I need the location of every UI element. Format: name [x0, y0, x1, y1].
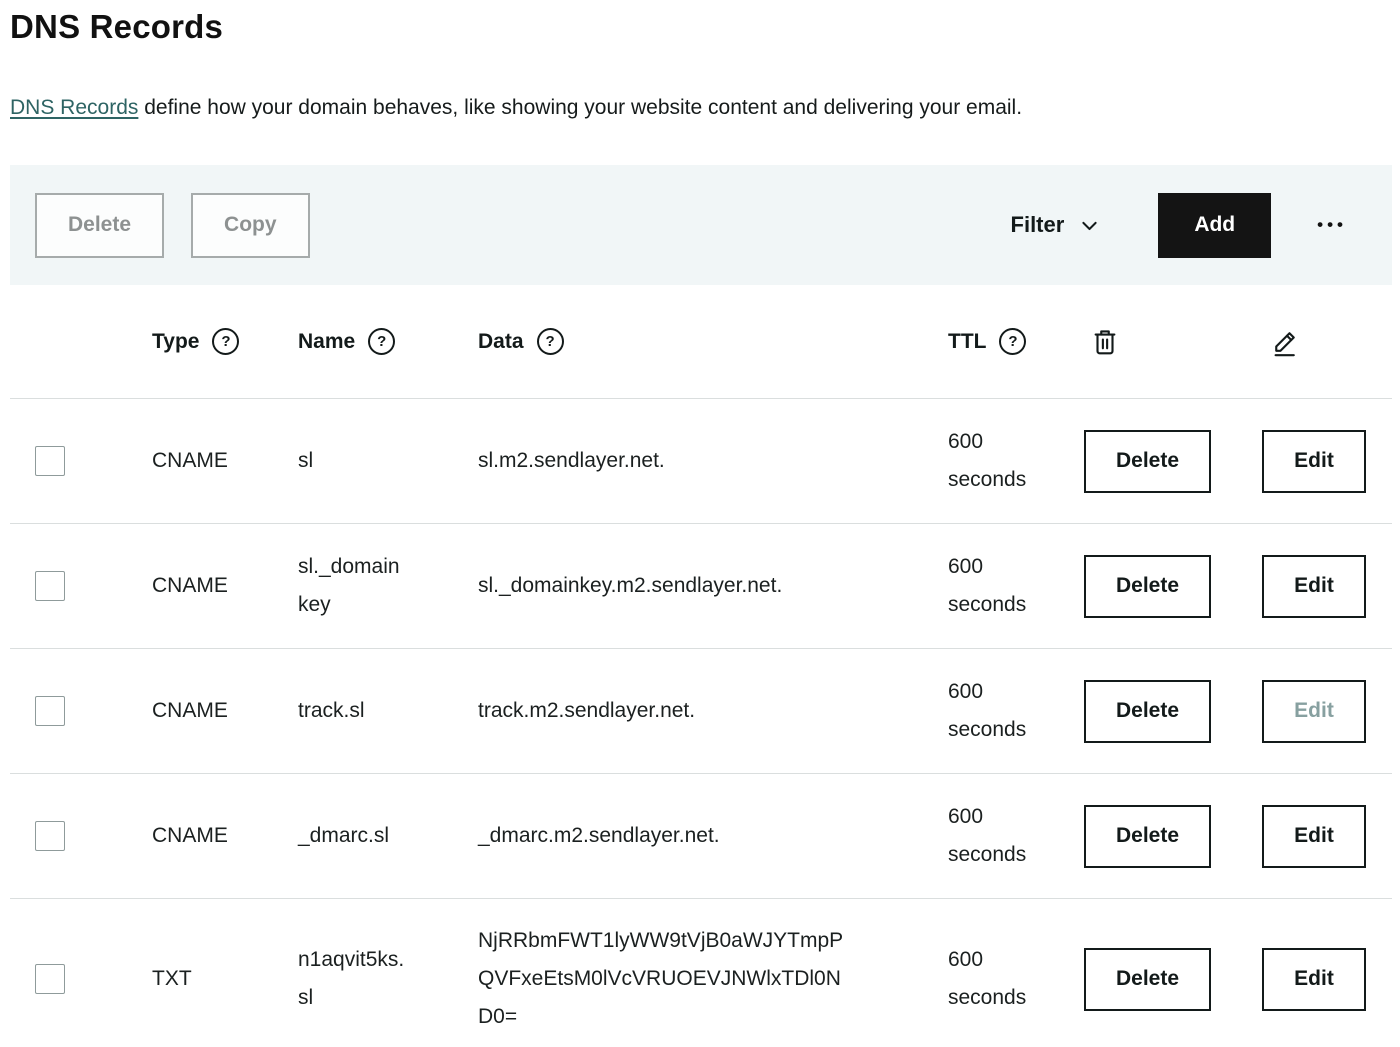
column-header-edit: [1270, 327, 1392, 357]
name-header-label: Name: [298, 330, 355, 354]
table-row: CNAME sl sl.m2.sendlayer.net. 600 second…: [10, 399, 1392, 524]
record-type: CNAME: [152, 442, 298, 480]
column-header-delete: [1090, 327, 1262, 357]
page-description-text: define how your domain behaves, like sho…: [138, 96, 1022, 119]
page-title: DNS Records: [10, 8, 1392, 46]
data-help-icon[interactable]: ?: [537, 328, 564, 355]
record-type: CNAME: [152, 567, 298, 605]
table-row: CNAME _dmarc.sl _dmarc.m2.sendlayer.net.…: [10, 774, 1392, 899]
dns-records-page: DNS Records DNS Records define how your …: [0, 8, 1400, 1047]
record-type: TXT: [152, 960, 298, 998]
record-type: CNAME: [152, 817, 298, 855]
row-edit-button[interactable]: Edit: [1262, 555, 1366, 618]
column-header-ttl: TTL ?: [948, 328, 1084, 355]
chevron-down-icon: [1079, 215, 1100, 236]
table-row: CNAME track.sl track.m2.sendlayer.net. 6…: [10, 649, 1392, 774]
bulk-delete-button[interactable]: Delete: [35, 193, 164, 258]
record-name: n1aqvit5ks.sl: [298, 941, 408, 1017]
row-checkbox[interactable]: [35, 696, 65, 726]
row-edit-button[interactable]: Edit: [1262, 430, 1366, 493]
more-options-button[interactable]: •••: [1317, 215, 1347, 235]
record-ttl: 600 seconds: [948, 423, 1040, 499]
type-help-icon[interactable]: ?: [212, 328, 239, 355]
toolbar-right: Filter Add •••: [1011, 193, 1347, 258]
record-ttl: 600 seconds: [948, 548, 1040, 624]
dns-records-link[interactable]: DNS Records: [10, 96, 138, 119]
bulk-actions: Delete Copy: [35, 193, 310, 258]
row-edit-button[interactable]: Edit: [1262, 680, 1366, 743]
page-description: DNS Records define how your domain behav…: [10, 96, 1392, 120]
data-header-label: Data: [478, 330, 524, 354]
row-delete-button[interactable]: Delete: [1084, 948, 1211, 1011]
record-ttl: 600 seconds: [948, 941, 1040, 1017]
table-row: TXT n1aqvit5ks.sl NjRRbmFWT1lyWW9tVjB0aW…: [10, 899, 1392, 1047]
record-ttl: 600 seconds: [948, 673, 1040, 749]
ttl-header-label: TTL: [948, 330, 986, 354]
record-type: CNAME: [152, 692, 298, 730]
add-record-button[interactable]: Add: [1158, 193, 1271, 258]
record-data: sl._domainkey.m2.sendlayer.net.: [478, 567, 850, 605]
records-toolbar: Delete Copy Filter Add •••: [10, 165, 1392, 285]
record-name: sl: [298, 442, 408, 480]
pencil-icon: [1270, 327, 1300, 357]
column-header-data: Data ?: [478, 328, 948, 355]
column-header-name: Name ?: [298, 328, 478, 355]
row-edit-button[interactable]: Edit: [1262, 805, 1366, 868]
row-checkbox[interactable]: [35, 446, 65, 476]
record-data: _dmarc.m2.sendlayer.net.: [478, 817, 850, 855]
record-data: track.m2.sendlayer.net.: [478, 692, 850, 730]
filter-dropdown-button[interactable]: Filter: [1011, 212, 1101, 238]
row-edit-button[interactable]: Edit: [1262, 948, 1366, 1011]
row-delete-button[interactable]: Delete: [1084, 555, 1211, 618]
row-checkbox[interactable]: [35, 964, 65, 994]
record-data: NjRRbmFWT1lyWW9tVjB0aWJYTmpPQVFxeEtsM0lV…: [478, 922, 850, 1035]
row-delete-button[interactable]: Delete: [1084, 430, 1211, 493]
row-delete-button[interactable]: Delete: [1084, 805, 1211, 868]
row-delete-button[interactable]: Delete: [1084, 680, 1211, 743]
record-name: _dmarc.sl: [298, 817, 408, 855]
ellipsis-icon: •••: [1317, 215, 1347, 234]
record-ttl: 600 seconds: [948, 798, 1040, 874]
type-header-label: Type: [152, 330, 199, 354]
row-checkbox[interactable]: [35, 571, 65, 601]
name-help-icon[interactable]: ?: [368, 328, 395, 355]
table-row: CNAME sl._domainkey sl._domainkey.m2.sen…: [10, 524, 1392, 649]
record-data: sl.m2.sendlayer.net.: [478, 442, 850, 480]
trash-icon: [1090, 327, 1120, 357]
column-header-type: Type ?: [152, 328, 298, 355]
ttl-help-icon[interactable]: ?: [999, 328, 1026, 355]
filter-label: Filter: [1011, 212, 1065, 238]
bulk-copy-button[interactable]: Copy: [191, 193, 310, 258]
record-name: track.sl: [298, 692, 408, 730]
record-name: sl._domainkey: [298, 548, 408, 624]
row-checkbox[interactable]: [35, 821, 65, 851]
table-header: Type ? Name ? Data ? TTL ?: [10, 285, 1392, 399]
